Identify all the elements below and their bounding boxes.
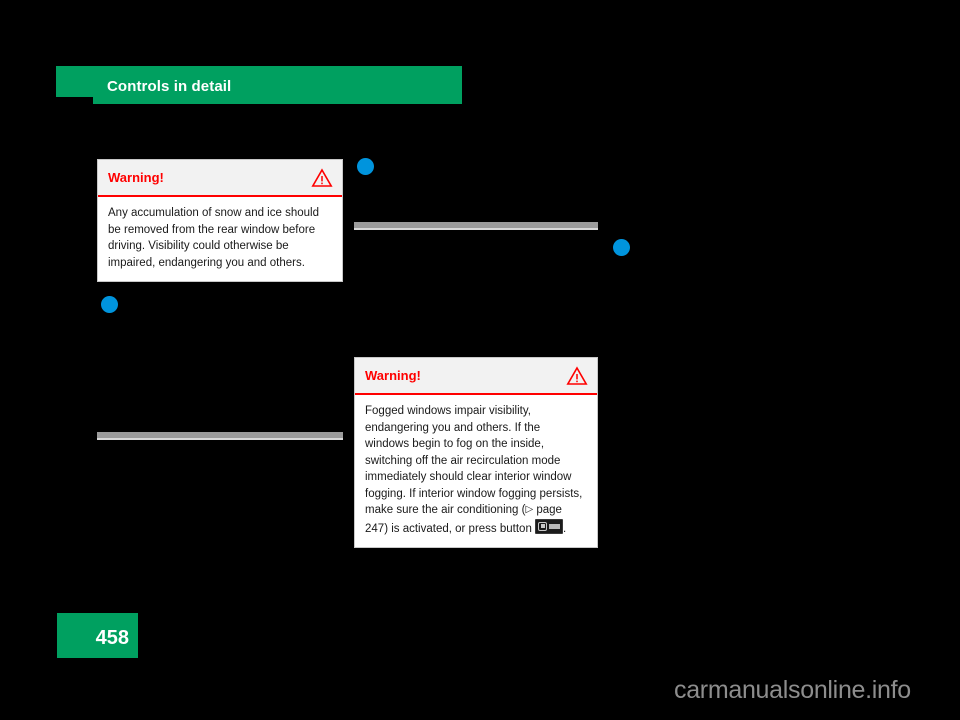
warning-box: Warning! Fogged windows impair visibilit… (354, 357, 598, 548)
warning-box: Warning! Any accumulation of snow and ic… (97, 159, 343, 282)
blue-bullet-marker (357, 158, 374, 175)
warning-body-text: Any accumulation of snow and ice should … (108, 207, 319, 269)
page-number: 458 (95, 627, 129, 649)
warning-text-segment-2: ) is activated, or press button (384, 522, 536, 535)
header-banner-tab (56, 66, 96, 97)
warning-text-segment-3: . (563, 522, 567, 535)
section-divider (354, 222, 598, 230)
warning-header: Warning! (98, 160, 342, 197)
cross-reference-triangle-icon: ▷ (525, 504, 534, 515)
warning-body: Any accumulation of snow and ice should … (98, 197, 342, 281)
warning-text-segment-1: Fogged windows impair visibility, endang… (365, 405, 583, 516)
warning-body: Fogged windows impair visibility, endang… (355, 395, 597, 547)
warning-header: Warning! (355, 358, 597, 395)
defrost-front-button-icon (535, 518, 564, 534)
page-number-box: 458 (57, 613, 138, 658)
page-title: Controls in detail (107, 78, 232, 95)
warning-triangle-icon (566, 365, 588, 386)
blue-bullet-marker (101, 296, 118, 313)
manual-page: Controls in detail Warning! Any accumula… (0, 0, 960, 720)
blue-bullet-marker (613, 239, 630, 256)
warning-title: Warning! (365, 368, 421, 383)
warning-title: Warning! (108, 170, 164, 185)
watermark: carmanualsonline.info (674, 676, 911, 704)
section-divider (97, 432, 343, 440)
warning-triangle-icon (311, 167, 333, 188)
warning-body-text: Fogged windows impair visibility, endang… (365, 403, 587, 537)
